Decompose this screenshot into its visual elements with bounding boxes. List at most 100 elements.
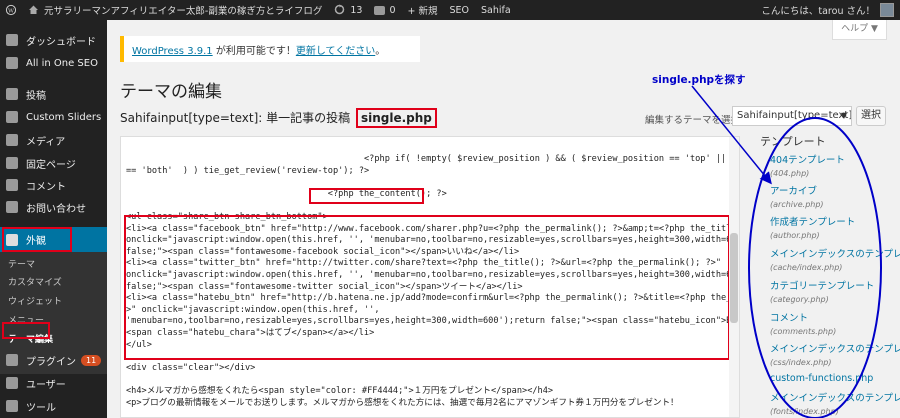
- dropdown-arrow-icon: ▼: [840, 111, 847, 120]
- theme-select-label: 編集するテーマを選択:: [645, 115, 744, 126]
- theme-select[interactable]: Sahifainput[type=text] ▼: [732, 106, 852, 126]
- sidebar-item-tools[interactable]: ツール: [0, 396, 107, 416]
- sahifa-menu-link[interactable]: Sahifa: [475, 0, 517, 20]
- updates-icon: [334, 4, 346, 16]
- annotation-text: single.phpを探す: [652, 74, 746, 86]
- template-name-link[interactable]: custom-functions.php: [770, 373, 873, 384]
- template-list-item[interactable]: custom-functions.php: [770, 373, 873, 384]
- seo-menu-link[interactable]: SEO: [443, 0, 475, 20]
- editor-scrollbar-thumb[interactable]: [730, 233, 738, 323]
- media-icon: [6, 134, 18, 146]
- submenu-item-widgets[interactable]: ウィジェット: [0, 294, 107, 307]
- template-name-link[interactable]: メインインデックスのテンプレート: [770, 341, 900, 355]
- template-file-path: (fonts/index.php): [770, 407, 839, 416]
- notice-text: が利用可能です！: [212, 46, 296, 57]
- template-list-item[interactable]: メインインデックスのテンプレート (cache/index.php): [770, 246, 900, 272]
- page-title: テーマの編集: [120, 82, 222, 102]
- sidebar-item-label: 投稿: [26, 90, 46, 102]
- mail-icon: [6, 201, 18, 213]
- template-list-item[interactable]: アーカイブ (archive.php): [770, 183, 824, 209]
- admin-bar: W 元サラリーマンアフィリエイター太郎-副業の稼ぎ方とライフログ 13 0 + …: [0, 0, 900, 20]
- template-name-link[interactable]: カテゴリーテンプレート: [770, 278, 874, 292]
- appearance-highlight-box: [2, 227, 72, 252]
- sidebar-item-label: All in One SEO: [26, 57, 98, 69]
- wrench-icon: [6, 400, 18, 412]
- comments-count: 0: [389, 4, 396, 16]
- sidebar-item-label: ダッシュボード: [26, 36, 96, 48]
- submenu-item-customize[interactable]: カスタマイズ: [0, 275, 107, 288]
- updates-link[interactable]: 13: [328, 0, 368, 20]
- svg-text:W: W: [8, 9, 14, 15]
- update-link[interactable]: 更新してください: [296, 46, 375, 57]
- code-line: <h4>メルマガから感想をくれたら<span style="color: #FF…: [126, 386, 554, 396]
- wordpress-logo-icon[interactable]: W: [0, 0, 22, 20]
- share-buttons-highlight-box: [124, 215, 730, 360]
- sidebar-item-custom-sliders[interactable]: Custom Sliders: [0, 107, 107, 127]
- template-name-link[interactable]: コメント: [770, 310, 836, 324]
- sidebar-item-all-in-one-seo[interactable]: All in One SEO: [0, 53, 107, 73]
- submenu-item-themes[interactable]: テーマ: [0, 257, 107, 270]
- my-account-link[interactable]: こんにちは、tarou さん！: [755, 0, 900, 20]
- update-notice: WordPress 3.9.1 が利用可能です！更新してください。: [120, 36, 420, 62]
- sidebar-item-pages[interactable]: 固定ページ: [0, 153, 107, 173]
- users-icon: [6, 377, 18, 389]
- page-icon: [6, 157, 18, 169]
- sidebar-item-label: ユーザー: [26, 379, 66, 391]
- sidebar-item-posts[interactable]: 投稿: [0, 84, 107, 104]
- admin-sidebar: ダッシュボード All in One SEO 投稿 Custom Sliders…: [0, 20, 107, 418]
- current-file-name: single.php: [355, 108, 437, 128]
- code-editor[interactable]: <?php if( !empty( $review_position ) && …: [120, 136, 740, 418]
- sidebar-item-comments[interactable]: コメント: [0, 175, 107, 195]
- code-line: <div class="clear"></div>: [126, 362, 256, 373]
- template-name-link[interactable]: 作成者テンプレート: [770, 214, 855, 228]
- template-list-item[interactable]: 404テンプレート (404.php): [770, 152, 845, 178]
- avatar: [880, 3, 894, 17]
- template-name-link[interactable]: メインインデックスのテンプレート: [770, 390, 900, 404]
- template-name-link[interactable]: 404テンプレート: [770, 152, 845, 166]
- plugin-icon: [6, 354, 18, 366]
- template-list-item[interactable]: 作成者テンプレート (author.php): [770, 214, 855, 240]
- template-list-item[interactable]: メインインデックスのテンプレート (css/index.php): [770, 341, 900, 367]
- template-list-item[interactable]: コメント (comments.php): [770, 310, 836, 336]
- file-heading: Sahifainput[type=text]: 単一記事の投稿 single.p…: [120, 108, 437, 128]
- the-content-highlight-box: [309, 188, 424, 204]
- greeting-text: こんにちは、tarou さん！: [761, 6, 875, 17]
- template-name-link[interactable]: アーカイブ: [770, 183, 824, 197]
- template-file-path: (css/index.php): [770, 358, 832, 367]
- select-theme-button[interactable]: 選択: [856, 106, 886, 126]
- sidebar-item-dashboard[interactable]: ダッシュボード: [0, 30, 107, 50]
- sidebar-item-label: お問い合わせ: [26, 203, 86, 215]
- sidebar-item-label: メディア: [26, 136, 66, 148]
- template-name-link[interactable]: メインインデックスのテンプレート: [770, 246, 900, 260]
- new-content-link[interactable]: + 新規: [402, 0, 444, 20]
- sidebar-item-media[interactable]: メディア: [0, 130, 107, 150]
- comments-link[interactable]: 0: [368, 0, 401, 20]
- theme-select-value: Sahifainput[type=text]: [737, 110, 852, 121]
- sidebar-item-contact[interactable]: お問い合わせ: [0, 197, 107, 217]
- notice-end: 。: [375, 46, 386, 57]
- help-tab[interactable]: ヘルプ ▼: [832, 20, 887, 40]
- template-file-path: (comments.php): [770, 327, 837, 336]
- template-file-path: (archive.php): [770, 200, 824, 209]
- site-name-link[interactable]: 元サラリーマンアフィリエイター太郎-副業の稼ぎ方とライフログ: [22, 0, 328, 20]
- sidebar-item-label: 固定ページ: [26, 159, 76, 171]
- comment-icon: [6, 179, 18, 191]
- file-heading-prefix: Sahifainput[type=text]: 単一記事の投稿: [120, 111, 354, 125]
- sidebar-item-label: Custom Sliders: [26, 111, 102, 123]
- template-file-path: (author.php): [770, 231, 820, 240]
- site-title: 元サラリーマンアフィリエイター太郎-副業の稼ぎ方とライフログ: [44, 6, 323, 17]
- code-line: == 'both' ) ) tie_get_review('review-top…: [126, 165, 370, 176]
- pin-icon: [6, 88, 18, 100]
- template-list-title: テンプレート: [760, 135, 826, 148]
- sidebar-item-users[interactable]: ユーザー: [0, 373, 107, 393]
- template-list-item[interactable]: カテゴリーテンプレート (category.php): [770, 278, 874, 304]
- template-file-path: (404.php): [770, 169, 810, 178]
- editor-scrollbar[interactable]: [729, 137, 739, 417]
- template-list-item[interactable]: メインインデックスのテンプレート (fonts/index.php): [770, 390, 900, 416]
- code-line: <?php if( !empty( $review_position ) && …: [363, 154, 739, 164]
- sidebar-item-label: プラグイン: [26, 356, 76, 368]
- code-line: <p>ブログの最新情報をメールでお送りします。メルマガから感想をくれた方には、抽…: [126, 397, 679, 408]
- home-icon: [28, 4, 40, 16]
- sidebar-item-plugins[interactable]: プラグイン 11: [0, 350, 107, 370]
- version-link[interactable]: WordPress 3.9.1: [132, 46, 213, 57]
